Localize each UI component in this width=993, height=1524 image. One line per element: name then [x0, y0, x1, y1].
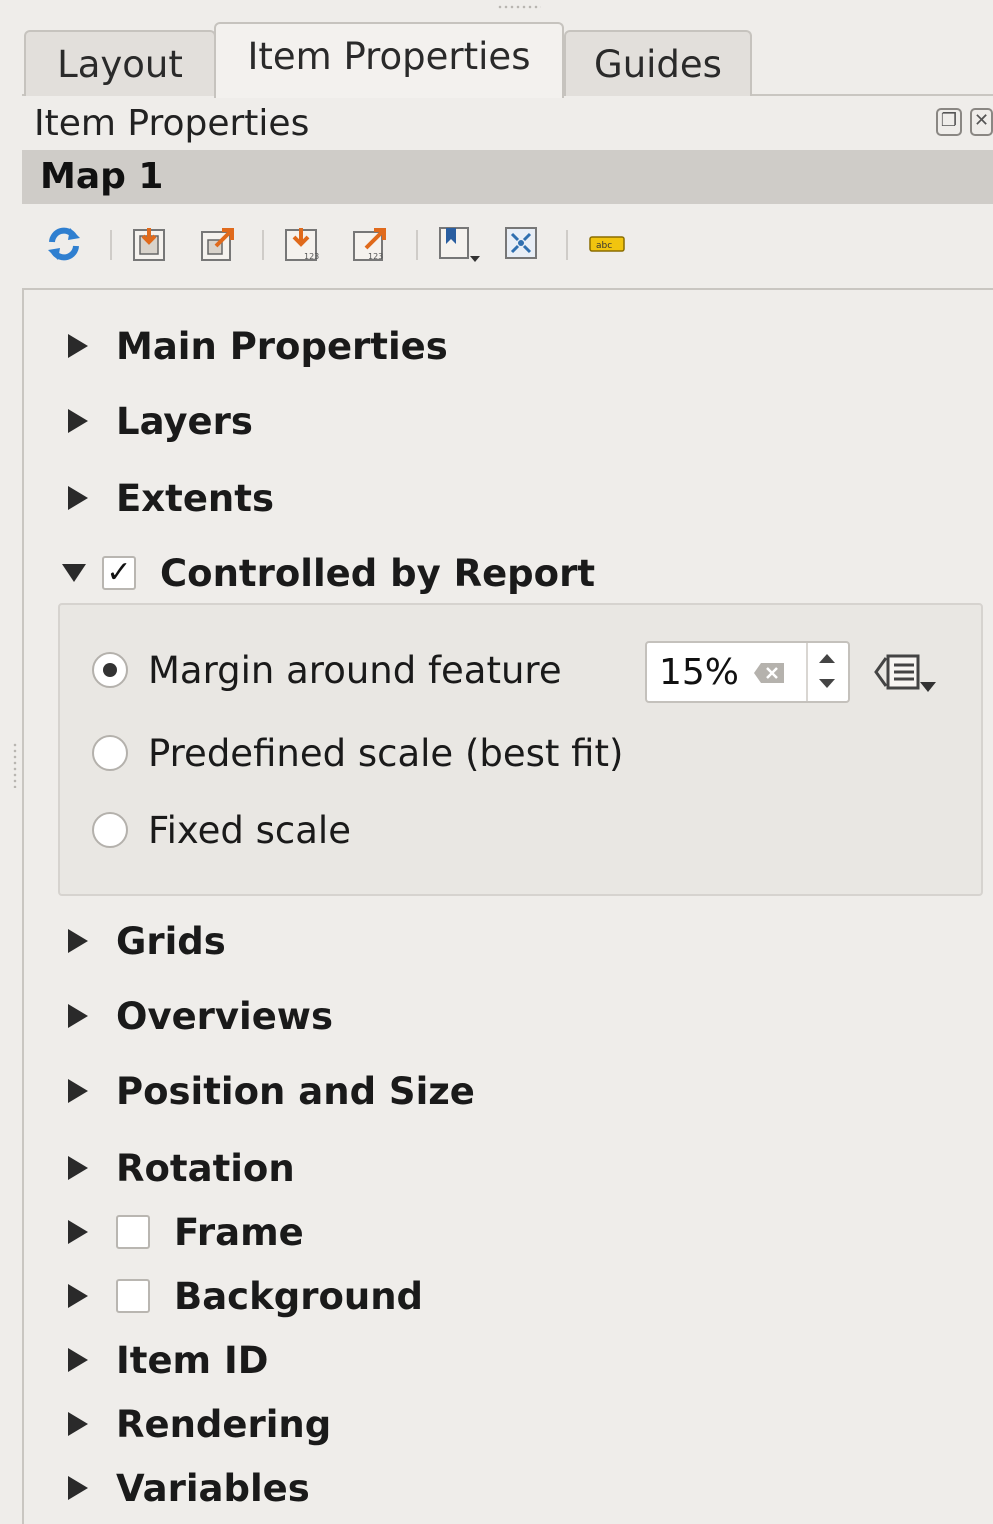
section-main-properties[interactable]: Main Properties: [66, 321, 448, 371]
expand-arrow-icon[interactable]: [68, 1348, 88, 1372]
section-label: Position and Size: [116, 1069, 475, 1113]
toolbar-separator: [566, 230, 568, 260]
section-label: Rotation: [116, 1146, 295, 1190]
section-label: Layers: [116, 399, 253, 443]
dock-grip-left[interactable]: [12, 742, 18, 788]
svg-text:123: 123: [368, 252, 383, 261]
section-overviews[interactable]: Overviews: [66, 991, 333, 1041]
tab-layout[interactable]: Layout: [24, 30, 216, 96]
section-label: Controlled by Report: [160, 551, 596, 595]
dock-grip-top[interactable]: [497, 4, 541, 10]
section-layers[interactable]: Layers: [66, 396, 253, 446]
spin-up-icon[interactable]: [819, 654, 835, 663]
section-rendering[interactable]: Rendering: [66, 1399, 331, 1449]
view-extent-icon[interactable]: [198, 224, 238, 264]
bookmark-icon[interactable]: [436, 224, 484, 264]
expand-arrow-icon[interactable]: [68, 486, 88, 510]
tab-guides[interactable]: Guides: [564, 30, 752, 96]
radio-predefined-scale[interactable]: Predefined scale (best fit): [92, 728, 623, 778]
expand-arrow-icon[interactable]: [68, 409, 88, 433]
svg-text:abc: abc: [596, 241, 612, 251]
expand-arrow-icon[interactable]: [68, 1220, 88, 1244]
set-extent-feature-icon[interactable]: 123: [282, 224, 322, 264]
margin-value[interactable]: 15%: [659, 652, 739, 693]
section-label: Overviews: [116, 994, 334, 1038]
section-label: Main Properties: [116, 324, 448, 368]
radio-label: Margin around feature: [148, 648, 562, 692]
dock-title: Item Properties: [34, 103, 310, 144]
item-header: Map 1: [22, 150, 993, 204]
close-dock-icon[interactable]: ✕: [970, 108, 993, 136]
section-label: Frame: [174, 1210, 304, 1254]
radio-label: Fixed scale: [148, 808, 351, 852]
radio-margin-around-feature[interactable]: Margin around feature: [92, 645, 562, 695]
section-item-id[interactable]: Item ID: [66, 1335, 268, 1385]
section-variables[interactable]: Variables: [66, 1463, 310, 1513]
data-defined-override-icon[interactable]: [872, 650, 940, 696]
expand-arrow-icon[interactable]: [68, 334, 88, 358]
section-label: Variables: [116, 1466, 310, 1510]
section-extents[interactable]: Extents: [66, 473, 274, 523]
map-toolbar: 123 123 abc: [22, 216, 993, 276]
section-label: Rendering: [116, 1402, 332, 1446]
section-background[interactable]: Background: [66, 1271, 423, 1321]
radio-fixed-scale[interactable]: Fixed scale: [92, 805, 351, 855]
expand-arrow-icon[interactable]: [68, 1412, 88, 1436]
section-position-and-size[interactable]: Position and Size: [66, 1066, 475, 1116]
section-frame[interactable]: Frame: [66, 1207, 304, 1257]
collapse-arrow-icon[interactable]: [62, 564, 86, 582]
toolbar-separator: [416, 230, 418, 260]
item-title: Map 1: [40, 156, 164, 197]
expand-arrow-icon[interactable]: [68, 929, 88, 953]
toolbar-separator: [110, 230, 112, 260]
expand-arrow-icon[interactable]: [68, 1004, 88, 1028]
section-label: Background: [174, 1274, 424, 1318]
tab-bar: Layout Item Properties Guides: [22, 20, 993, 98]
expand-arrow-icon[interactable]: [68, 1156, 88, 1180]
clear-icon[interactable]: [753, 662, 785, 684]
expand-arrow-icon[interactable]: [68, 1079, 88, 1103]
radio-button[interactable]: [92, 735, 128, 771]
section-label: Grids: [116, 919, 226, 963]
float-dock-icon[interactable]: ❐: [936, 108, 962, 136]
margin-spinbox[interactable]: 15%: [645, 641, 850, 703]
set-extent-icon[interactable]: [130, 224, 170, 264]
radio-button[interactable]: [92, 652, 128, 688]
background-checkbox[interactable]: [116, 1279, 150, 1313]
tab-item-properties[interactable]: Item Properties: [214, 22, 564, 98]
expand-arrow-icon[interactable]: [68, 1476, 88, 1500]
toolbar-separator: [262, 230, 264, 260]
spin-down-icon[interactable]: [819, 679, 835, 688]
spin-arrows[interactable]: [806, 643, 848, 701]
controlled-by-report-checkbox[interactable]: ✓: [102, 556, 136, 590]
section-grids[interactable]: Grids: [66, 916, 226, 966]
view-extent-feature-icon[interactable]: 123: [350, 224, 390, 264]
refresh-icon[interactable]: [44, 224, 84, 264]
expand-arrow-icon[interactable]: [68, 1284, 88, 1308]
section-label: Extents: [116, 476, 274, 520]
radio-button[interactable]: [92, 812, 128, 848]
zoom-to-map-icon[interactable]: [502, 224, 542, 264]
section-controlled-by-report[interactable]: ✓ Controlled by Report: [62, 548, 596, 598]
radio-label: Predefined scale (best fit): [148, 731, 624, 775]
frame-checkbox[interactable]: [116, 1215, 150, 1249]
section-label: Item ID: [116, 1338, 269, 1382]
svg-text:123: 123: [304, 252, 319, 261]
label-settings-icon[interactable]: abc: [586, 224, 626, 264]
section-rotation[interactable]: Rotation: [66, 1143, 295, 1193]
